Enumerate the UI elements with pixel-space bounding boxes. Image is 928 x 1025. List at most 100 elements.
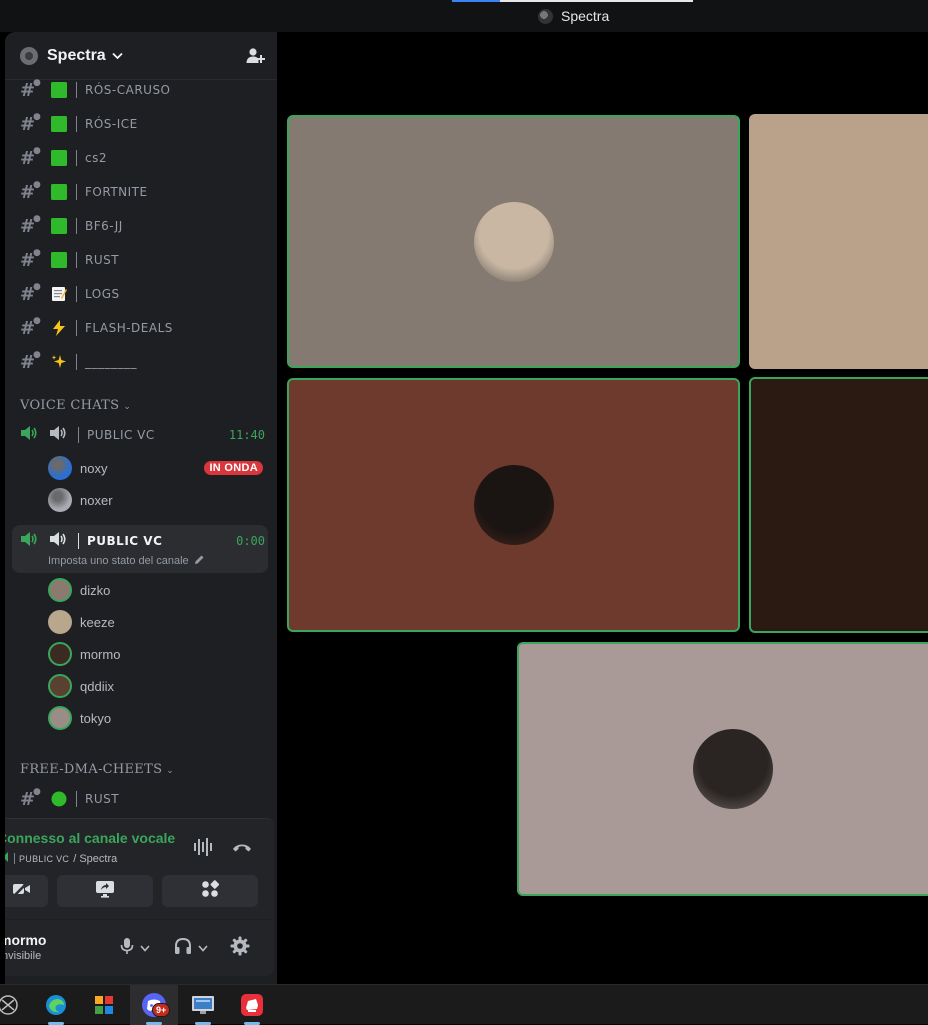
divider: [5, 919, 274, 920]
green-square-icon: [51, 150, 67, 166]
channel-name: RUST: [85, 253, 120, 267]
divider: [76, 82, 77, 98]
category-free-dma-cheets[interactable]: FREE-DMA-CHEETS ⌄: [20, 762, 174, 777]
participant-tile[interactable]: [749, 377, 928, 633]
notification-badge: 9+: [152, 1003, 171, 1017]
voice-user-qddiix[interactable]: qddiix: [48, 673, 263, 699]
server-header[interactable]: Spectra: [5, 32, 277, 80]
xbox-icon[interactable]: [0, 985, 32, 1025]
hash-icon: # ●: [20, 786, 41, 810]
add-member-icon[interactable]: [245, 46, 265, 66]
channel-item[interactable]: # ● RÓS-ICE: [20, 111, 265, 137]
window-titlebar: Spectra: [0, 0, 928, 32]
live-badge: IN ONDA: [204, 461, 263, 475]
disconnect-icon[interactable]: [231, 839, 253, 857]
current-username[interactable]: mormo: [5, 932, 46, 948]
hash-icon: # ●: [20, 179, 41, 203]
channel-item[interactable]: # ● BF6-JJ: [20, 213, 265, 239]
avatar: [48, 578, 72, 602]
deafen-button[interactable]: [174, 937, 208, 958]
camera-off-icon: [12, 880, 31, 902]
channel-status-input[interactable]: Imposta uno stato del canale: [48, 554, 205, 568]
voice-channel-row: PUBLIC VC 0:00: [20, 528, 265, 554]
voice-channel-public-vc-2[interactable]: PUBLIC VC 0:00 Imposta uno stato del can…: [12, 525, 268, 573]
channel-item[interactable]: # ● LOGS: [20, 281, 265, 307]
speaker-active-icon: [20, 425, 40, 446]
voice-user-noxer[interactable]: noxer: [48, 487, 263, 513]
voice-user-tokyo[interactable]: tokyo: [48, 705, 263, 731]
green-square-icon: [51, 116, 67, 132]
avatar: [48, 456, 72, 480]
user-settings-button[interactable]: [230, 936, 250, 958]
username: keeze: [80, 614, 115, 630]
channel-name: RUST: [85, 792, 120, 806]
channel-item[interactable]: # ● RUST: [20, 247, 265, 273]
username: noxer: [80, 492, 113, 508]
voice-user-noxy[interactable]: noxy IN ONDA: [48, 455, 263, 481]
tab-indicator: [452, 0, 500, 2]
avatar: [48, 706, 72, 730]
hash-icon: # ●: [20, 349, 41, 373]
participant-avatar: [693, 729, 773, 809]
voice-location-server: / Spectra: [73, 852, 118, 865]
divider: [76, 791, 77, 807]
voice-channel-name: PUBLIC VC: [87, 428, 155, 442]
divider: [76, 116, 77, 132]
discord-icon[interactable]: 9+: [130, 985, 178, 1025]
channel-name: BF6-JJ: [85, 219, 123, 233]
windows-taskbar: 9+: [0, 984, 928, 1025]
chevron-down-icon[interactable]: [198, 939, 208, 957]
green-square-icon: [51, 252, 67, 268]
pencil-icon: [194, 554, 205, 568]
channel-item[interactable]: # ● cs2: [20, 145, 265, 171]
divider: [76, 286, 77, 302]
hash-icon: # ●: [20, 77, 41, 101]
voice-connection-panel: Connesso al canale vocale PUBLIC VC / Sp…: [5, 818, 274, 976]
channel-item[interactable]: # ● RÓS-CARUSO: [20, 77, 265, 103]
divider: [76, 218, 77, 234]
participant-tile[interactable]: [287, 115, 740, 368]
hash-icon: # ●: [20, 111, 41, 135]
voice-channel-public-vc-1[interactable]: PUBLIC VC 11:40: [20, 422, 265, 448]
channel-item[interactable]: # ● FLASH-DEALS: [20, 315, 265, 341]
voice-timer: 11:40: [228, 428, 265, 442]
sparkles-icon: [51, 354, 67, 370]
voice-user-keeze[interactable]: keeze: [48, 609, 263, 635]
participant-tile[interactable]: [517, 642, 928, 896]
avatar: [48, 488, 72, 512]
soundwave-icon[interactable]: [193, 837, 215, 857]
screen-share-icon: [95, 880, 115, 903]
category-voice-chats[interactable]: VOICE CHATS ⌄: [20, 398, 131, 413]
category-label: VOICE CHATS: [20, 398, 120, 413]
chevron-down-icon: [112, 49, 123, 63]
mute-button[interactable]: [120, 937, 150, 958]
store-icon[interactable]: [80, 985, 128, 1025]
channel-name: FORTNITE: [85, 185, 148, 199]
voice-user-dizko[interactable]: dizko: [48, 577, 263, 603]
channel-rust-2[interactable]: # ● RUST: [20, 786, 265, 812]
participant-tile[interactable]: [287, 378, 740, 632]
screen-share-button[interactable]: [57, 875, 153, 907]
gear-icon: [20, 46, 38, 65]
username: tokyo: [80, 710, 112, 726]
window-title-text: Spectra: [561, 8, 610, 24]
camera-button[interactable]: [5, 875, 48, 907]
participant-tile[interactable]: [749, 114, 928, 369]
rdp-icon[interactable]: [179, 985, 227, 1025]
chevron-down-icon[interactable]: [140, 939, 150, 957]
channel-name: LOGS: [85, 287, 120, 301]
edge-icon[interactable]: [32, 985, 80, 1025]
category-label: FREE-DMA-CHEETS: [20, 762, 163, 777]
voice-channel-name: PUBLIC VC: [87, 534, 163, 548]
voice-location[interactable]: PUBLIC VC / Spectra: [5, 852, 117, 865]
lightning-icon: [51, 320, 67, 336]
activities-button[interactable]: [162, 875, 258, 907]
riot-icon[interactable]: [228, 985, 276, 1025]
voice-user-mormo[interactable]: mormo: [48, 641, 263, 667]
channel-item[interactable]: # ● ________: [20, 349, 265, 375]
current-user-status: Invisibile: [5, 950, 42, 962]
hash-icon: # ●: [20, 281, 41, 305]
username: dizko: [80, 582, 111, 598]
divider: [76, 252, 77, 268]
channel-item[interactable]: # ● FORTNITE: [20, 179, 265, 205]
